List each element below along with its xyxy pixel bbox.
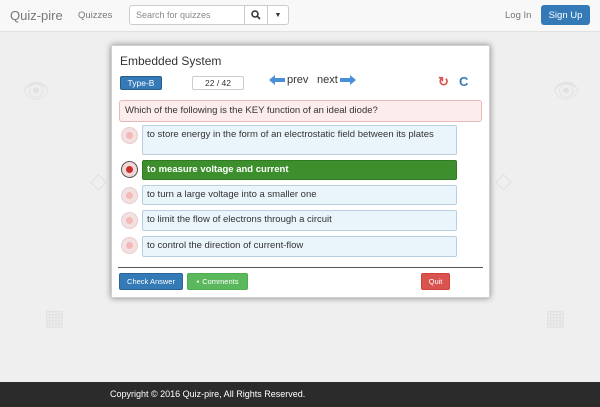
page-footer: Copyright © 2016 Quiz-pire, All Rights R… — [0, 382, 600, 407]
search-button[interactable] — [244, 5, 268, 25]
option-radio[interactable] — [121, 212, 138, 229]
question-type-button[interactable]: Type-B — [120, 76, 162, 90]
next-button[interactable]: next — [317, 74, 356, 86]
nav-link-quizzes[interactable]: Quizzes — [78, 10, 112, 21]
option-radio[interactable] — [121, 187, 138, 204]
option-radio[interactable] — [121, 237, 138, 254]
copyright-text: Copyright © 2016 Quiz-pire, All Rights R… — [110, 389, 306, 399]
option-1[interactable]: to store energy in the form of an electr… — [142, 125, 457, 155]
reset-icon[interactable]: ↻ — [438, 74, 449, 90]
search-input[interactable] — [129, 5, 245, 25]
comments-button[interactable]: ▪ Comments — [187, 273, 248, 290]
quiz-panel: Embedded System Type-B 22 / 42 prev next… — [111, 45, 490, 298]
option-3[interactable]: to turn a large voltage into a smaller o… — [142, 185, 457, 205]
background-chip-icon: ▦ — [44, 305, 65, 330]
login-link[interactable]: Log In — [505, 10, 531, 21]
quit-button[interactable]: Quit — [421, 273, 450, 290]
option-5[interactable]: to control the direction of current-flow — [142, 236, 457, 257]
prev-button[interactable]: prev — [269, 74, 308, 86]
background-chip-icon: ▦ — [545, 305, 566, 330]
prev-label: prev — [287, 74, 309, 86]
background-eye-icon: 👁 — [552, 78, 580, 103]
check-answer-button[interactable]: Check Answer — [119, 273, 183, 290]
caret-down-icon: ▼ — [274, 11, 282, 19]
arrow-right-icon — [339, 75, 356, 85]
top-navbar: Quiz-pire Quizzes ▼ Log In Sign Up — [0, 0, 600, 32]
option-4[interactable]: to limit the flow of electrons through a… — [142, 210, 457, 231]
brand-logo[interactable]: Quiz-pire — [10, 8, 63, 23]
search-icon — [251, 10, 261, 20]
quiz-title: Embedded System — [120, 54, 222, 68]
signup-button[interactable]: Sign Up — [541, 5, 590, 25]
question-counter[interactable]: 22 / 42 — [192, 76, 244, 90]
next-label: next — [317, 74, 338, 86]
background-eye-icon: 👁 — [22, 78, 50, 103]
comment-icon: ▪ — [196, 277, 200, 286]
refresh-icon[interactable]: C — [459, 74, 468, 89]
background-diamond-icon: ◇ — [90, 168, 107, 193]
comments-label: Comments — [202, 277, 239, 286]
panel-divider — [118, 267, 483, 268]
background-diamond-icon: ◇ — [495, 168, 512, 193]
search-dropdown-button[interactable]: ▼ — [267, 5, 289, 25]
option-2[interactable]: to measure voltage and current — [142, 160, 457, 180]
option-radio[interactable] — [121, 127, 138, 144]
arrow-left-icon — [269, 75, 285, 85]
option-radio-selected[interactable] — [121, 161, 138, 178]
question-text: Which of the following is the KEY functi… — [119, 100, 482, 122]
